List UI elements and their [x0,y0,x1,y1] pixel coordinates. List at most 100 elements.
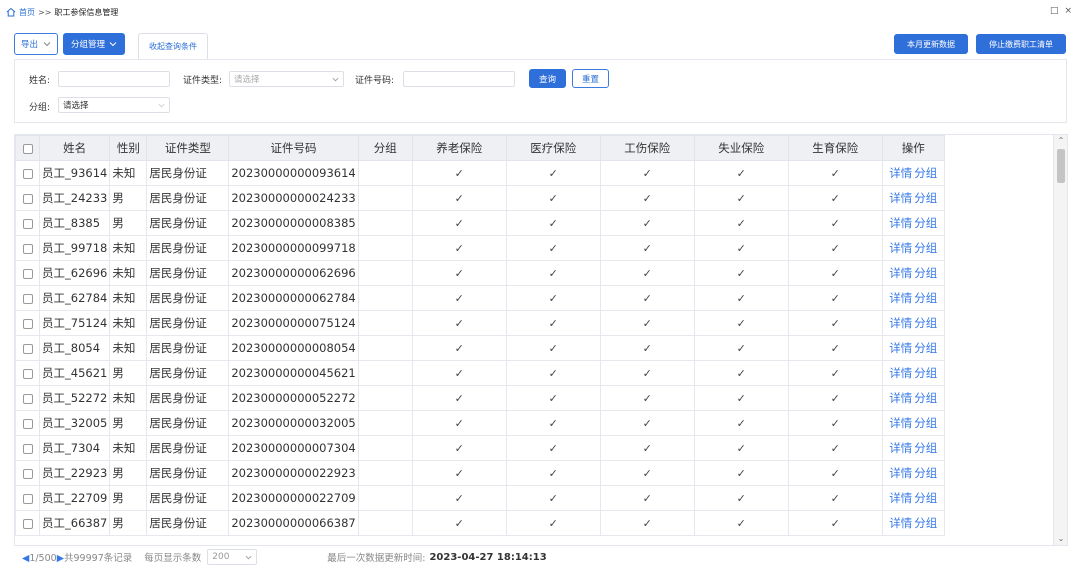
select-all-cell[interactable] [15,135,40,161]
next-page-icon[interactable]: ▶ [57,553,64,564]
detail-link[interactable]: 详情 [889,241,912,255]
detail-link[interactable]: 详情 [889,516,912,530]
row-select-cell[interactable] [15,485,40,511]
detail-link[interactable]: 详情 [889,416,912,430]
row-checkbox[interactable] [22,168,33,179]
group-link[interactable]: 分组 [914,416,937,430]
cell-unemployment-check: ✓ [693,285,789,311]
row-select-cell[interactable] [15,435,40,461]
detail-link[interactable]: 详情 [889,266,912,280]
row-select-cell[interactable] [15,285,40,311]
cell-actions: 详情 分组 [881,435,945,461]
group-link[interactable]: 分组 [914,191,937,205]
id-type-select[interactable]: 请选择 [229,71,344,87]
row-select-cell[interactable] [15,510,40,536]
cell-maternity-check: ✓ [787,310,883,336]
chevron-down-icon [158,103,165,108]
cell-medical-check: ✓ [505,160,601,186]
detail-link[interactable]: 详情 [889,291,912,305]
cell-injury-check: ✓ [599,385,695,411]
group-link[interactable]: 分组 [914,491,937,505]
row-checkbox[interactable] [22,518,33,529]
row-checkbox[interactable] [22,243,33,254]
detail-link[interactable]: 详情 [889,191,912,205]
scroll-up-icon[interactable]: ⌃ [1057,137,1065,145]
query-button[interactable]: 查询 [529,69,566,88]
pager: ◀1/500▶共99997条记录 [22,550,132,564]
row-checkbox[interactable] [22,293,33,304]
group-link[interactable]: 分组 [914,466,937,480]
collapse-query-tab[interactable]: 收起查询条件 [138,33,208,59]
group-link[interactable]: 分组 [914,316,937,330]
group-select[interactable]: 请选择 [58,97,170,113]
group-link[interactable]: 分组 [914,241,937,255]
row-checkbox[interactable] [22,468,33,479]
breadcrumb-separator: >> [38,7,52,17]
row-select-cell[interactable] [15,235,40,261]
table-scrollbar[interactable]: ⌃ ⌄ [1053,135,1067,545]
cell-pension-check: ✓ [411,335,507,361]
row-select-cell[interactable] [15,360,40,386]
group-link[interactable]: 分组 [914,516,937,530]
detail-link[interactable]: 详情 [889,391,912,405]
row-checkbox[interactable] [22,443,33,454]
monthly-update-button[interactable]: 本月更新数据 [894,34,968,54]
id-number-input[interactable] [403,71,515,87]
group-link[interactable]: 分组 [914,266,937,280]
row-checkbox[interactable] [22,268,33,279]
row-checkbox[interactable] [22,368,33,379]
row-select-cell[interactable] [15,160,40,186]
row-select-cell[interactable] [15,385,40,411]
row-checkbox[interactable] [22,218,33,229]
group-link[interactable]: 分组 [914,366,937,380]
row-select-cell[interactable] [15,310,40,336]
row-checkbox[interactable] [22,493,33,504]
detail-link[interactable]: 详情 [889,441,912,455]
cell-pension-check: ✓ [411,210,507,236]
detail-link[interactable]: 详情 [889,466,912,480]
scroll-down-icon[interactable]: ⌄ [1057,535,1065,543]
export-dropdown-button[interactable]: 导出 [14,33,59,55]
scroll-thumb[interactable] [1057,149,1065,183]
cell-name: 员工_62784 [38,285,111,311]
row-checkbox[interactable] [22,418,33,429]
row-checkbox[interactable] [22,343,33,354]
name-input[interactable] [58,71,170,87]
group-link[interactable]: 分组 [914,341,937,355]
row-select-cell[interactable] [15,260,40,286]
detail-link[interactable]: 详情 [889,366,912,380]
detail-link[interactable]: 详情 [889,491,912,505]
page-size-select[interactable]: 200 [207,549,258,565]
close-icon[interactable]: × [1064,6,1072,16]
breadcrumb-home-link[interactable]: 首页 [19,7,35,18]
cell-gender: 未知 [109,160,148,186]
table-row: 员工_22923 男居民身份证 20230000000022923 ✓ ✓ ✓ ✓ ✓ 详情 分组 [15,460,945,486]
row-checkbox[interactable] [22,193,33,204]
stop-payment-list-button[interactable]: 停止缴费职工清单 [976,34,1066,54]
detail-link[interactable]: 详情 [889,316,912,330]
row-select-cell[interactable] [15,410,40,436]
cell-group [357,160,413,186]
group-link[interactable]: 分组 [914,166,937,180]
row-select-cell[interactable] [15,460,40,486]
group-manage-label: 分组管理 [71,40,106,50]
reset-button[interactable]: 重置 [572,69,609,88]
detail-link[interactable]: 详情 [889,341,912,355]
row-select-cell[interactable] [15,210,40,236]
row-select-cell[interactable] [15,335,40,361]
group-manage-dropdown-button[interactable]: 分组管理 [63,33,126,55]
group-link[interactable]: 分组 [914,216,937,230]
group-link[interactable]: 分组 [914,441,937,455]
row-checkbox[interactable] [22,318,33,329]
cell-name: 员工_99718 [38,235,111,261]
select-all-checkbox[interactable] [22,143,33,154]
row-checkbox[interactable] [22,393,33,404]
cell-pension-check: ✓ [411,510,507,536]
detail-link[interactable]: 详情 [889,166,912,180]
maximize-icon[interactable]: □ [1050,6,1059,16]
row-select-cell[interactable] [15,185,40,211]
group-link[interactable]: 分组 [914,391,937,405]
group-link[interactable]: 分组 [914,291,937,305]
detail-link[interactable]: 详情 [889,216,912,230]
query-panel: 姓名: 证件类型: 请选择 证件号码: 查询 重置 分组: 请选择 [14,59,1067,123]
